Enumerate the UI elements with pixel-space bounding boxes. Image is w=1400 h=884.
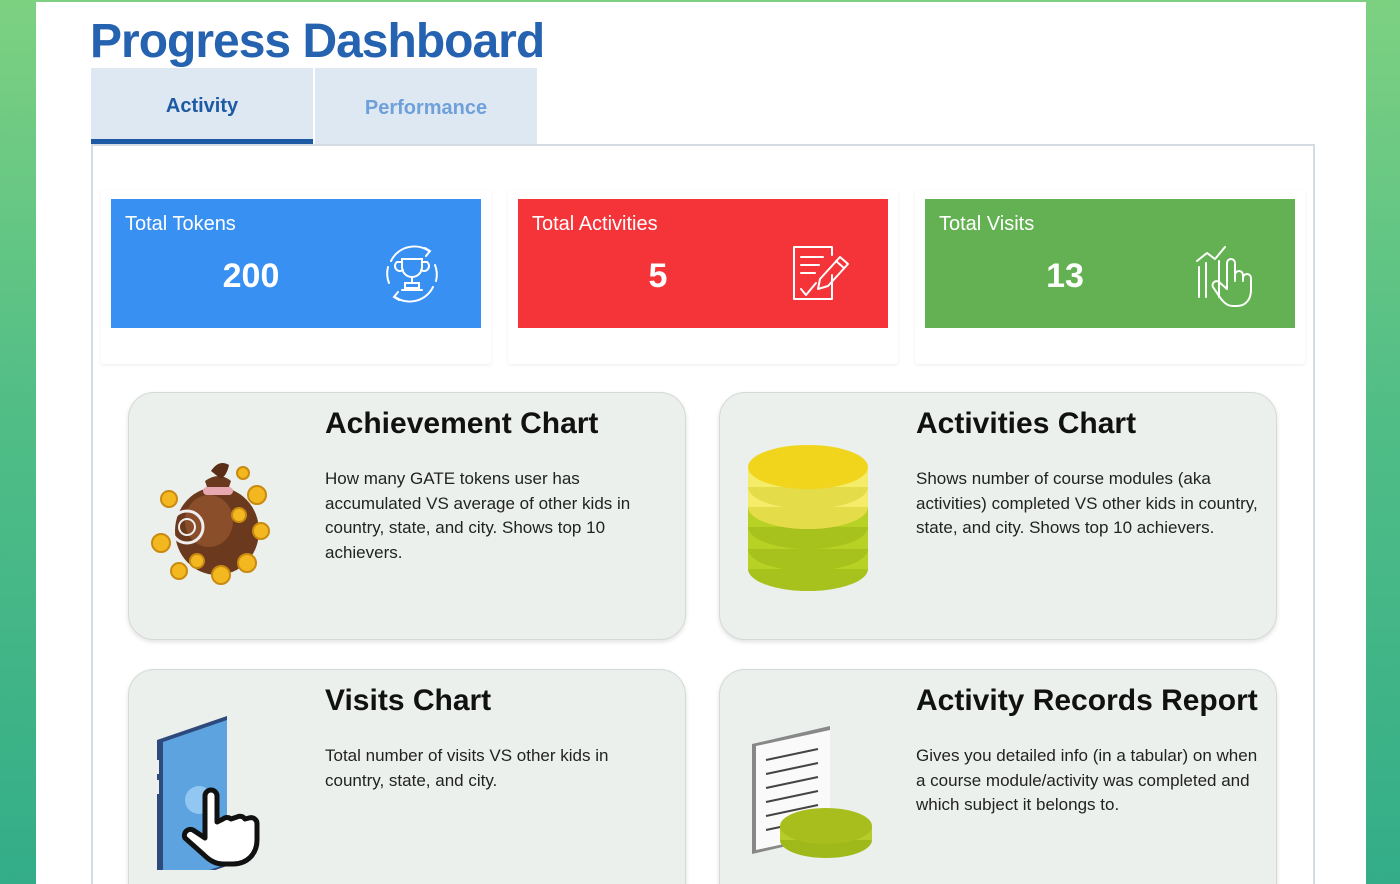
stat-card-visits: Total Visits 13 [915,190,1305,364]
stat-value: 200 [222,257,280,295]
stat-label: Total Visits [939,213,1035,235]
stat-label: Total Tokens [125,213,236,235]
document-coin-icon [752,726,872,858]
card-title: Visits Chart [325,684,492,717]
tap-hand-icon [1196,246,1252,307]
stat-card-tokens: Total Tokens 200 [101,190,491,364]
stat-box-tokens: Total Tokens 200 [111,199,481,328]
trophy-icon [386,245,438,303]
activity-panel: Total Tokens 200 Total Activities 5 Tota… [91,144,1315,884]
card-description: How many GATE tokens user has accumulate… [325,469,631,562]
card-title: Activities Chart [916,407,1137,440]
tab-performance[interactable]: Performance [315,68,537,144]
card-description: Gives you detailed info (in a tabular) o… [916,746,1258,814]
stat-value: 13 [1046,257,1084,295]
tab-activity[interactable]: Activity [91,68,313,144]
stat-value: 5 [648,257,668,295]
stat-box-visits: Total Visits 13 [925,199,1295,328]
checklist-pencil-icon [793,246,849,300]
money-bag-icon [151,463,270,585]
stat-label: Total Activities [532,213,658,235]
stat-card-activities: Total Activities 5 [508,190,898,364]
activity-records-report-card[interactable]: Activity Records Report Gives you detail… [719,669,1277,884]
visits-chart-card[interactable]: Visits Chart Total number of visits VS o… [128,669,686,884]
coin-stack-icon [748,445,868,591]
stat-box-activities: Total Activities 5 [518,199,888,328]
tab-bar: Activity Performance [91,68,537,144]
card-description: Total number of visits VS other kids in … [325,746,609,790]
card-description: Shows number of course modules (aka acti… [916,469,1258,537]
achievement-chart-card[interactable]: Achievement Chart How many GATE tokens u… [128,392,686,640]
card-title: Achievement Chart [325,407,599,440]
page-title: Progress Dashboard [90,15,545,68]
phone-tap-icon [153,716,260,870]
page-container: Progress Dashboard Activity Performance … [36,2,1366,884]
card-title: Activity Records Report [916,684,1258,717]
activities-chart-card[interactable]: Activities Chart Shows number of course … [719,392,1277,640]
